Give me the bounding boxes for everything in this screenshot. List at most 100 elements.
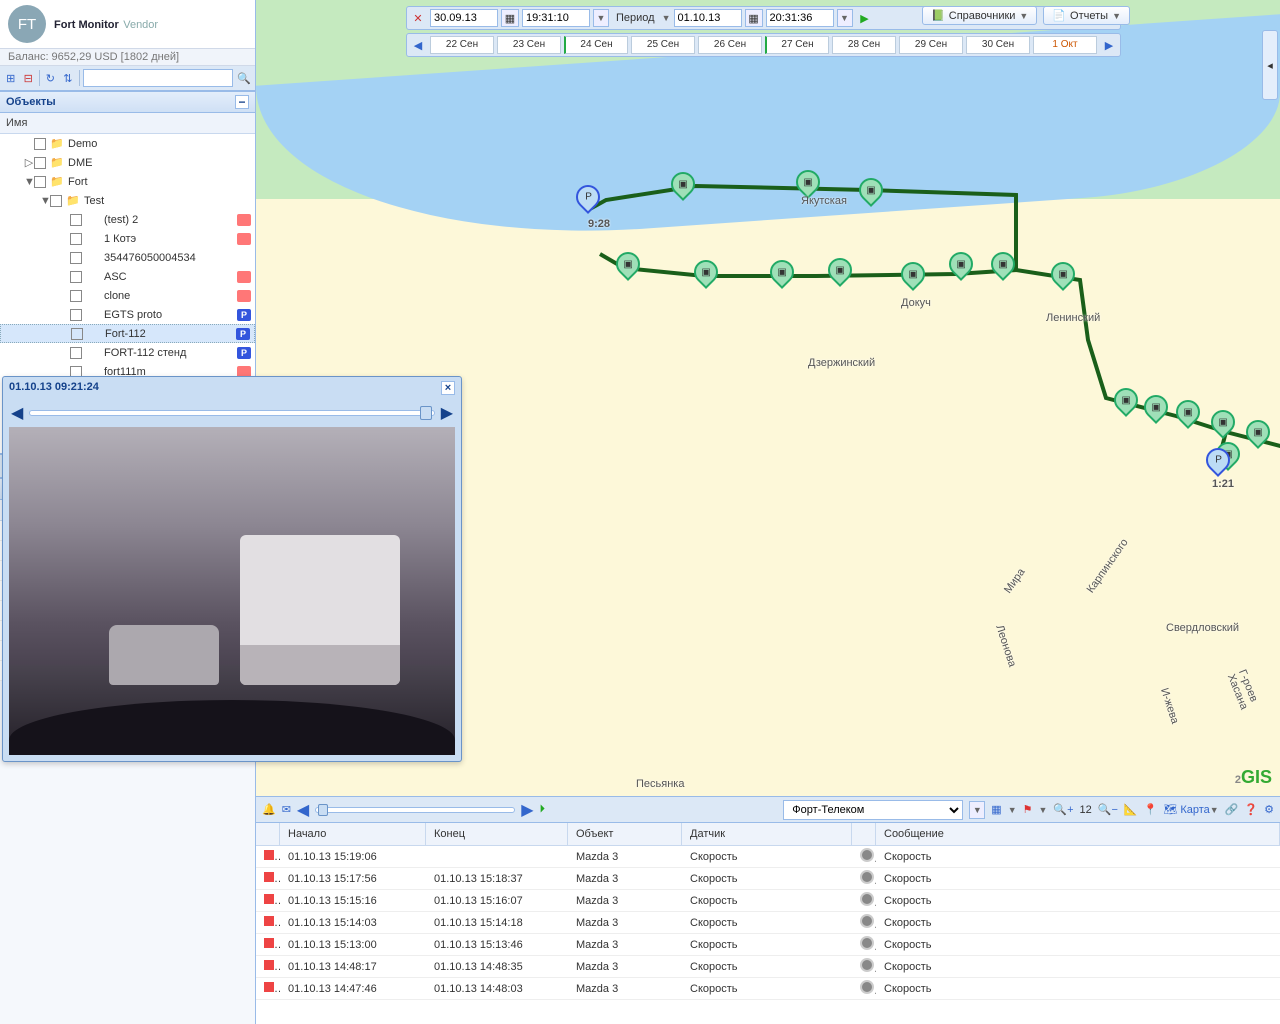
directories-menu[interactable]: 📗Справочники ▼	[922, 6, 1037, 25]
event-row[interactable]: 01.10.13 15:13:0001.10.13 15:13:46Mazda …	[256, 934, 1280, 956]
checkbox[interactable]	[34, 157, 46, 169]
map-marker[interactable]: ▣	[1176, 400, 1200, 430]
map-marker[interactable]: ▣	[828, 258, 852, 288]
mail-icon[interactable]: ✉	[282, 803, 291, 816]
from-time-input[interactable]	[522, 9, 590, 27]
checkbox[interactable]	[70, 271, 82, 283]
tree-item[interactable]: ▷📁DME	[0, 153, 255, 172]
panel-toggle[interactable]: ◂	[1262, 30, 1278, 100]
map-marker[interactable]: ▣	[671, 172, 695, 202]
to-date-input[interactable]	[674, 9, 742, 27]
reports-menu[interactable]: 📄Отчеты ▼	[1043, 6, 1130, 25]
apply-range-icon[interactable]: ▶	[856, 9, 874, 27]
filter-icon[interactable]: ⇅	[61, 69, 74, 87]
tree-item[interactable]: Fort-112P	[0, 324, 255, 343]
checkbox[interactable]	[71, 328, 83, 340]
help-icon[interactable]: ❓	[1244, 803, 1258, 816]
collapse-icon[interactable]: −	[235, 95, 249, 109]
map-marker[interactable]: ▣	[1211, 410, 1235, 440]
map-marker[interactable]: ▣	[770, 260, 794, 290]
dropdown-icon[interactable]: ▼	[837, 9, 853, 27]
alert-icon[interactable]: ⚑	[1023, 803, 1033, 816]
timeline-prev-icon[interactable]: ◀	[409, 36, 427, 54]
clear-range-icon[interactable]: ✕	[409, 9, 427, 27]
photo-slider[interactable]	[29, 410, 434, 416]
tree-item[interactable]: 354476050004534	[0, 248, 255, 267]
timeline-bar[interactable]: ◀22 Сен23 Сен24 Сен25 Сен26 Сен27 Сен28 …	[406, 33, 1121, 57]
refresh-icon[interactable]: ↻	[44, 69, 57, 87]
map-marker[interactable]: ▣	[1114, 388, 1138, 418]
checkbox[interactable]	[70, 214, 82, 226]
event-row[interactable]: 01.10.13 15:17:5601.10.13 15:18:37Mazda …	[256, 868, 1280, 890]
pin-icon[interactable]: 📍	[1144, 803, 1158, 816]
map-marker[interactable]: ▣	[949, 252, 973, 282]
timeline-day[interactable]: 23 Сен	[497, 36, 561, 54]
tree-item[interactable]: ASC	[0, 267, 255, 286]
to-time-input[interactable]	[766, 9, 834, 27]
map-marker[interactable]: ▣	[991, 252, 1015, 282]
map-marker[interactable]: ▣	[694, 260, 718, 290]
period-label[interactable]: Период	[612, 12, 659, 24]
checkbox[interactable]	[50, 195, 62, 207]
timeline-next-icon[interactable]: ▶	[1100, 36, 1118, 54]
timeline-day[interactable]: 29 Сен	[899, 36, 963, 54]
checkbox[interactable]	[70, 347, 82, 359]
map-marker[interactable]: ▣	[1246, 420, 1270, 450]
map-marker[interactable]: ▣	[1051, 262, 1075, 292]
tree-item[interactable]: 1 Котэ	[0, 229, 255, 248]
tree-item[interactable]: FORT-112 стендP	[0, 343, 255, 362]
photo-prev-icon[interactable]: ◀	[11, 403, 23, 423]
tree-item[interactable]: EGTS protoP	[0, 305, 255, 324]
timeline-day[interactable]: 1 Окт	[1033, 36, 1097, 54]
event-row[interactable]: 01.10.13 15:19:06Mazda 3СкоростьСкорость	[256, 846, 1280, 868]
checkbox[interactable]	[70, 290, 82, 302]
photo-next-icon[interactable]: ▶	[441, 403, 453, 423]
event-row[interactable]: 01.10.13 14:48:1701.10.13 14:48:35Mazda …	[256, 956, 1280, 978]
tree-item[interactable]: clone	[0, 286, 255, 305]
timeline-day[interactable]: 26 Сен	[698, 36, 762, 54]
event-row[interactable]: 01.10.13 15:14:0301.10.13 15:14:18Mazda …	[256, 912, 1280, 934]
timeline-day[interactable]: 25 Сен	[631, 36, 695, 54]
calendar-icon[interactable]: ▦	[745, 9, 763, 27]
timeline-day[interactable]: 24 Сен	[564, 36, 628, 54]
timeline-day[interactable]: 30 Сен	[966, 36, 1030, 54]
dropdown-icon[interactable]: ▼	[969, 801, 985, 819]
company-select[interactable]: Форт-Телеком	[783, 800, 963, 820]
timeline-day[interactable]: 28 Сен	[832, 36, 896, 54]
dropdown-icon[interactable]: ▼	[593, 9, 609, 27]
map-marker[interactable]: P	[1206, 448, 1230, 478]
tree-item[interactable]: ▼📁Fort	[0, 172, 255, 191]
event-row[interactable]: 01.10.13 14:47:4601.10.13 14:48:03Mazda …	[256, 978, 1280, 1000]
timeline-day[interactable]: 22 Сен	[430, 36, 494, 54]
map-marker[interactable]: P	[576, 185, 600, 215]
search-icon[interactable]: 🔍	[237, 69, 251, 87]
map-marker[interactable]: ▣	[616, 252, 640, 282]
zoom-in-icon[interactable]: 🔍+	[1053, 803, 1073, 816]
link-icon[interactable]: 🔗	[1225, 803, 1239, 816]
search-input[interactable]	[83, 69, 233, 87]
bell-icon[interactable]: 🔔	[262, 803, 276, 816]
checkbox[interactable]	[70, 233, 82, 245]
checkbox[interactable]	[70, 309, 82, 321]
timeline-day[interactable]: 27 Сен	[765, 36, 829, 54]
checkbox[interactable]	[70, 252, 82, 264]
prev-icon[interactable]: ◀	[297, 800, 309, 820]
calendar-icon[interactable]: ▦	[501, 9, 519, 27]
map-menu[interactable]: 🗺 Карта▼	[1163, 803, 1218, 816]
zoom-out-icon[interactable]: 🔍−	[1098, 803, 1118, 816]
photo-window[interactable]: 01.10.13 09:21:24 × ◀ ▶	[2, 376, 462, 762]
tree-item[interactable]: (test) 2	[0, 210, 255, 229]
tree-expand-icon[interactable]: ⊞	[4, 69, 17, 87]
events-grid[interactable]: 01.10.13 15:19:06Mazda 3СкоростьСкорость…	[256, 846, 1280, 1024]
map-marker[interactable]: ▣	[859, 178, 883, 208]
next-icon[interactable]: ▶	[521, 800, 533, 820]
play-icon[interactable]: ⏵	[540, 803, 546, 816]
playback-slider[interactable]	[315, 807, 515, 813]
tree-collapse-icon[interactable]: ⊟	[21, 69, 34, 87]
checkbox[interactable]	[34, 176, 46, 188]
tree-item[interactable]: 📁Demo	[0, 134, 255, 153]
event-row[interactable]: 01.10.13 15:15:1601.10.13 15:16:07Mazda …	[256, 890, 1280, 912]
checkbox[interactable]	[34, 138, 46, 150]
settings-icon[interactable]: ⚙	[1264, 803, 1274, 816]
from-date-input[interactable]	[430, 9, 498, 27]
